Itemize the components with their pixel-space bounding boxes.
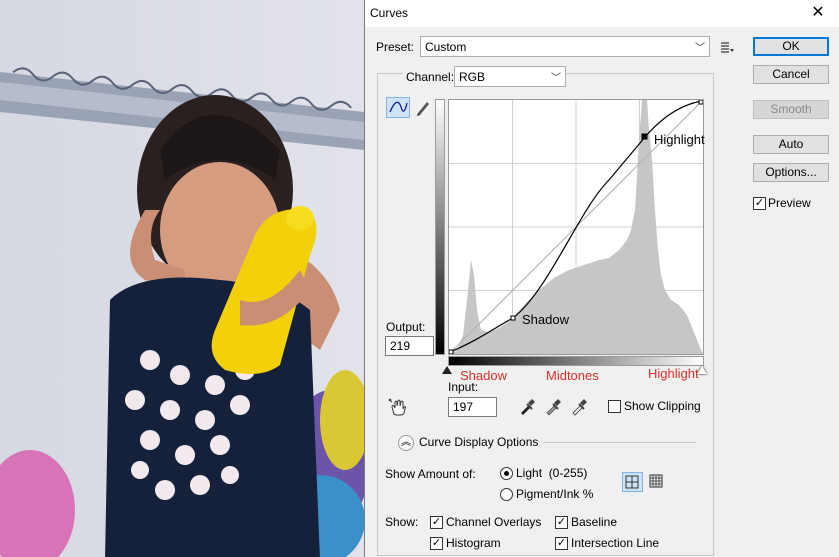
auto-button[interactable]: Auto — [753, 135, 829, 154]
baseline-label: Baseline — [571, 515, 618, 529]
eyedropper-white-icon — [572, 399, 587, 416]
chevron-down-icon: ﹀ — [695, 43, 705, 54]
pencil-icon — [417, 102, 429, 116]
preset-dropdown[interactable]: Custom ﹀ — [420, 36, 710, 57]
collapse-toggle-icon[interactable]: ︽ — [398, 435, 414, 451]
histogram-label: Histogram — [446, 536, 501, 550]
curve-point-highlight[interactable] — [641, 133, 648, 140]
show-clipping-checkbox[interactable] — [608, 400, 621, 413]
section-divider — [543, 442, 696, 443]
input-label: Input: — [448, 380, 479, 394]
input-gradient-bar — [448, 356, 704, 366]
input-field[interactable] — [448, 397, 497, 417]
preset-options-icon[interactable] — [719, 39, 735, 55]
cancel-button[interactable]: Cancel — [753, 65, 829, 84]
simple-grid-button[interactable] — [622, 472, 643, 492]
preview-label: Preview — [768, 196, 811, 210]
intersection-line-checkbox[interactable]: ✓ — [555, 537, 568, 550]
show-label: Show: — [385, 515, 419, 529]
highlight-point-label: Highlight — [654, 132, 705, 147]
hand-icon — [388, 398, 407, 416]
curve-display-options-label: Curve Display Options — [419, 435, 539, 449]
pigment-radio-label: Pigment/Ink % — [516, 487, 594, 501]
targeted-adjustment-tool[interactable] — [388, 397, 410, 417]
chevron-down-icon: ﹀ — [551, 73, 561, 84]
smooth-button[interactable]: Smooth — [753, 100, 829, 119]
output-input[interactable] — [386, 337, 433, 355]
preset-label: Preset: — [376, 40, 415, 54]
eyedropper-black-icon — [521, 399, 535, 415]
eyedropper-gray-icon — [546, 399, 561, 416]
curves-dialog: Curves ✕ Preset: Custom ﹀ OK Cancel Smoo… — [364, 0, 839, 557]
curves-graph[interactable]: Shadow Highlight — [448, 99, 705, 355]
window-title: Curves — [370, 6, 409, 20]
grid-4-icon — [625, 475, 639, 489]
shadow-point-label: Shadow — [522, 312, 569, 327]
preview-checkbox[interactable]: ✓ — [753, 197, 766, 210]
show-clipping-label: Show Clipping — [624, 399, 701, 413]
gradient-midtones-label: Midtones — [546, 368, 599, 383]
curve-point-tool[interactable] — [386, 97, 410, 118]
gray-eyedropper-tool[interactable] — [543, 397, 563, 417]
histogram-checkbox[interactable]: ✓ — [430, 537, 443, 550]
options-button[interactable]: Options... — [753, 163, 829, 182]
black-point-slider[interactable] — [442, 366, 452, 374]
intersection-line-label: Intersection Line — [571, 536, 660, 550]
curve-point-shadow[interactable] — [510, 315, 516, 321]
curve-icon — [389, 101, 408, 113]
curve-point-black[interactable] — [448, 349, 454, 355]
input-input[interactable] — [449, 398, 496, 416]
ok-button[interactable]: OK — [753, 37, 829, 56]
channel-dropdown[interactable]: RGB ﹀ — [454, 66, 566, 87]
output-field[interactable] — [385, 336, 434, 356]
light-radio-label: Light (0-255) — [516, 466, 588, 480]
channel-label: Channel: — [403, 70, 458, 84]
white-eyedropper-tool[interactable] — [569, 397, 589, 417]
output-label: Output: — [386, 320, 426, 334]
pencil-tool[interactable] — [413, 97, 433, 118]
photo-image — [0, 0, 364, 557]
output-gradient-bar — [435, 99, 445, 355]
close-button[interactable]: ✕ — [796, 0, 839, 27]
channel-overlays-label: Channel Overlays — [446, 515, 542, 529]
title-bar: Curves ✕ — [365, 0, 839, 27]
detailed-grid-button[interactable] — [647, 472, 668, 492]
preset-value: Custom — [425, 40, 467, 54]
channel-overlays-checkbox[interactable]: ✓ — [430, 516, 443, 529]
black-eyedropper-tool[interactable] — [517, 397, 537, 417]
light-radio[interactable] — [500, 467, 513, 480]
pigment-radio[interactable] — [500, 488, 513, 501]
show-amount-label: Show Amount of: — [385, 467, 476, 481]
gradient-highlight-label: Highlight — [648, 366, 699, 381]
curve-point-white[interactable] — [698, 99, 704, 105]
background-photo — [0, 0, 364, 557]
grid-10-icon — [649, 474, 663, 488]
channel-value: RGB — [459, 70, 486, 84]
baseline-checkbox[interactable]: ✓ — [555, 516, 568, 529]
